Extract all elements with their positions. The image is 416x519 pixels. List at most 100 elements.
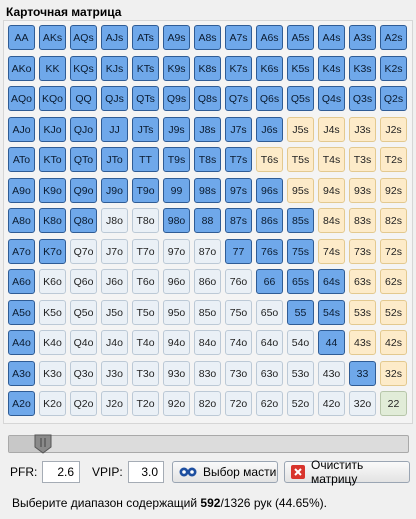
- hand-cell[interactable]: T6o: [132, 269, 159, 294]
- hand-cell[interactable]: 77: [225, 239, 252, 264]
- hand-cell[interactable]: T7o: [132, 239, 159, 264]
- hand-cell[interactable]: 95o: [163, 300, 190, 325]
- hand-cell[interactable]: Q5s: [287, 86, 314, 111]
- hand-cell[interactable]: Q4s: [318, 86, 345, 111]
- hand-cell[interactable]: KQs: [70, 56, 97, 81]
- hand-cell[interactable]: T5o: [132, 300, 159, 325]
- hand-cell[interactable]: Q5o: [70, 300, 97, 325]
- hand-cell[interactable]: 22: [380, 391, 407, 416]
- hand-cell[interactable]: 42o: [318, 391, 345, 416]
- hand-cell[interactable]: K7o: [39, 239, 66, 264]
- hand-cell[interactable]: 76o: [225, 269, 252, 294]
- hand-cell[interactable]: 82o: [194, 391, 221, 416]
- hand-cell[interactable]: A2s: [380, 25, 407, 50]
- hand-cell[interactable]: J4s: [318, 117, 345, 142]
- hand-cell[interactable]: 87s: [225, 208, 252, 233]
- hand-cell[interactable]: 83o: [194, 361, 221, 386]
- hand-cell[interactable]: Q2s: [380, 86, 407, 111]
- hand-cell[interactable]: QTo: [70, 147, 97, 172]
- hand-cell[interactable]: ATo: [8, 147, 35, 172]
- hand-cell[interactable]: AQs: [70, 25, 97, 50]
- hand-cell[interactable]: J3s: [349, 117, 376, 142]
- hand-cell[interactable]: 63o: [256, 361, 283, 386]
- hand-cell[interactable]: ATs: [132, 25, 159, 50]
- hand-cell[interactable]: 82s: [380, 208, 407, 233]
- hand-cell[interactable]: 66: [256, 269, 283, 294]
- hand-cell[interactable]: 75o: [225, 300, 252, 325]
- hand-cell[interactable]: T8s: [194, 147, 221, 172]
- hand-cell[interactable]: 72s: [380, 239, 407, 264]
- hand-cell[interactable]: 65o: [256, 300, 283, 325]
- hand-cell[interactable]: J9o: [101, 178, 128, 203]
- hand-cell[interactable]: J9s: [163, 117, 190, 142]
- hand-cell[interactable]: KTo: [39, 147, 66, 172]
- hand-cell[interactable]: 54s: [318, 300, 345, 325]
- hand-cell[interactable]: Q7o: [70, 239, 97, 264]
- hand-cell[interactable]: 97s: [225, 178, 252, 203]
- hand-cell[interactable]: J7o: [101, 239, 128, 264]
- hand-cell[interactable]: T5s: [287, 147, 314, 172]
- hand-cell[interactable]: T3s: [349, 147, 376, 172]
- hand-cell[interactable]: AA: [8, 25, 35, 50]
- hand-cell[interactable]: Q9o: [70, 178, 97, 203]
- hand-cell[interactable]: 52s: [380, 300, 407, 325]
- hand-cell[interactable]: T8o: [132, 208, 159, 233]
- hand-cell[interactable]: A3o: [8, 361, 35, 386]
- pfr-field[interactable]: 2.6: [42, 461, 80, 483]
- hand-cell[interactable]: AKs: [39, 25, 66, 50]
- hand-cell[interactable]: 62s: [380, 269, 407, 294]
- hand-cell[interactable]: A2o: [8, 391, 35, 416]
- hand-cell[interactable]: KJo: [39, 117, 66, 142]
- hand-cell[interactable]: J8o: [101, 208, 128, 233]
- hand-cell[interactable]: Q9s: [163, 86, 190, 111]
- hand-cell[interactable]: 96o: [163, 269, 190, 294]
- hand-cell[interactable]: 92o: [163, 391, 190, 416]
- hand-cell[interactable]: 52o: [287, 391, 314, 416]
- hand-cell[interactable]: 76s: [256, 239, 283, 264]
- hand-cell[interactable]: T2o: [132, 391, 159, 416]
- hand-cell[interactable]: J4o: [101, 330, 128, 355]
- hand-cell[interactable]: 44: [318, 330, 345, 355]
- hand-cell[interactable]: K5s: [287, 56, 314, 81]
- hand-cell[interactable]: K9o: [39, 178, 66, 203]
- hand-cell[interactable]: JJ: [101, 117, 128, 142]
- hand-cell[interactable]: K7s: [225, 56, 252, 81]
- hand-cell[interactable]: Q3o: [70, 361, 97, 386]
- hand-cell[interactable]: 42s: [380, 330, 407, 355]
- hand-cell[interactable]: TT: [132, 147, 159, 172]
- hand-cell[interactable]: A8o: [8, 208, 35, 233]
- hand-cell[interactable]: K3o: [39, 361, 66, 386]
- hand-cell[interactable]: 55: [287, 300, 314, 325]
- hand-cell[interactable]: 84s: [318, 208, 345, 233]
- hand-cell[interactable]: J7s: [225, 117, 252, 142]
- hand-cell[interactable]: 74s: [318, 239, 345, 264]
- vpip-field[interactable]: 3.0: [128, 461, 164, 483]
- hand-cell[interactable]: 94s: [318, 178, 345, 203]
- hand-cell[interactable]: 99: [163, 178, 190, 203]
- hand-cell[interactable]: A7s: [225, 25, 252, 50]
- hand-cell[interactable]: K8s: [194, 56, 221, 81]
- range-slider-track[interactable]: [8, 435, 409, 453]
- hand-cell[interactable]: 94o: [163, 330, 190, 355]
- hand-cell[interactable]: 73s: [349, 239, 376, 264]
- hand-cell[interactable]: 86s: [256, 208, 283, 233]
- hand-cell[interactable]: KK: [39, 56, 66, 81]
- hand-cell[interactable]: 54o: [287, 330, 314, 355]
- hand-cell[interactable]: 62o: [256, 391, 283, 416]
- hand-cell[interactable]: T2s: [380, 147, 407, 172]
- hand-cell[interactable]: T4o: [132, 330, 159, 355]
- hand-cell[interactable]: K5o: [39, 300, 66, 325]
- hand-cell[interactable]: K4o: [39, 330, 66, 355]
- hand-cell[interactable]: 75s: [287, 239, 314, 264]
- hand-cell[interactable]: A9s: [163, 25, 190, 50]
- hand-cell[interactable]: 74o: [225, 330, 252, 355]
- hand-cell[interactable]: 93o: [163, 361, 190, 386]
- hand-cell[interactable]: 88: [194, 208, 221, 233]
- hand-cell[interactable]: Q3s: [349, 86, 376, 111]
- hand-cell[interactable]: Q8o: [70, 208, 97, 233]
- hand-cell[interactable]: AKo: [8, 56, 35, 81]
- hand-cell[interactable]: 64s: [318, 269, 345, 294]
- hand-cell[interactable]: Q7s: [225, 86, 252, 111]
- hand-cell[interactable]: 43o: [318, 361, 345, 386]
- hand-cell[interactable]: 32s: [380, 361, 407, 386]
